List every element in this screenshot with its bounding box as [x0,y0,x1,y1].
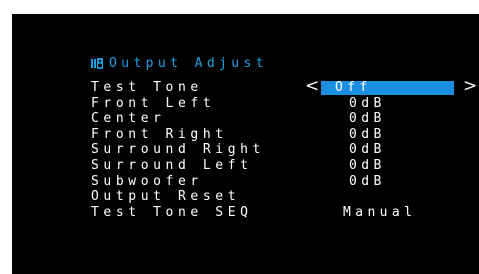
row-label: Front Right [91,126,228,142]
row-output-reset[interactable]: Output Reset [91,189,479,205]
row-label: Test Tone SEQ [91,204,253,220]
row-subwoofer[interactable]: Subwoofer 0dB [91,174,479,190]
chevron-right-icon[interactable]: > [463,78,477,95]
row-value: 0dB [349,142,386,158]
menu-title-text: Output Adjust [109,55,268,71]
speaker-icon [91,57,103,69]
row-surround-right[interactable]: Surround Right 0dB [91,142,479,158]
row-center[interactable]: Center 0dB [91,111,479,127]
chevron-left-icon[interactable]: < [305,78,319,95]
row-label: Subwoofer [91,173,203,189]
row-surround-left[interactable]: Surround Left 0dB [91,158,479,174]
row-front-right[interactable]: Front Right 0dB [91,127,479,143]
row-front-left[interactable]: Front Left 0dB [91,96,479,112]
test-tone-value[interactable]: Off [335,80,372,96]
row-value: 0dB [349,173,386,189]
row-value: 0dB [349,157,386,173]
settings-list: Test Tone < Off > Front Left 0dB Center … [91,78,479,221]
row-value: 0dB [349,126,386,142]
row-label: Test Tone [91,80,203,95]
row-label: Center [91,111,166,127]
row-value: 0dB [349,95,386,111]
row-label: Surround Left [91,157,253,173]
osd-screen: Output Adjust Test Tone < Off > Front Le… [12,14,479,274]
row-value: 0dB [349,111,386,127]
row-test-tone[interactable]: Test Tone < Off > [91,78,479,96]
row-label: Output Reset [91,189,241,205]
row-label: Front Left [91,95,216,111]
row-value: Manual [343,204,417,220]
menu-title: Output Adjust [91,55,268,71]
row-label: Surround Right [91,142,265,158]
row-test-tone-seq[interactable]: Test Tone SEQ Manual [91,205,479,221]
